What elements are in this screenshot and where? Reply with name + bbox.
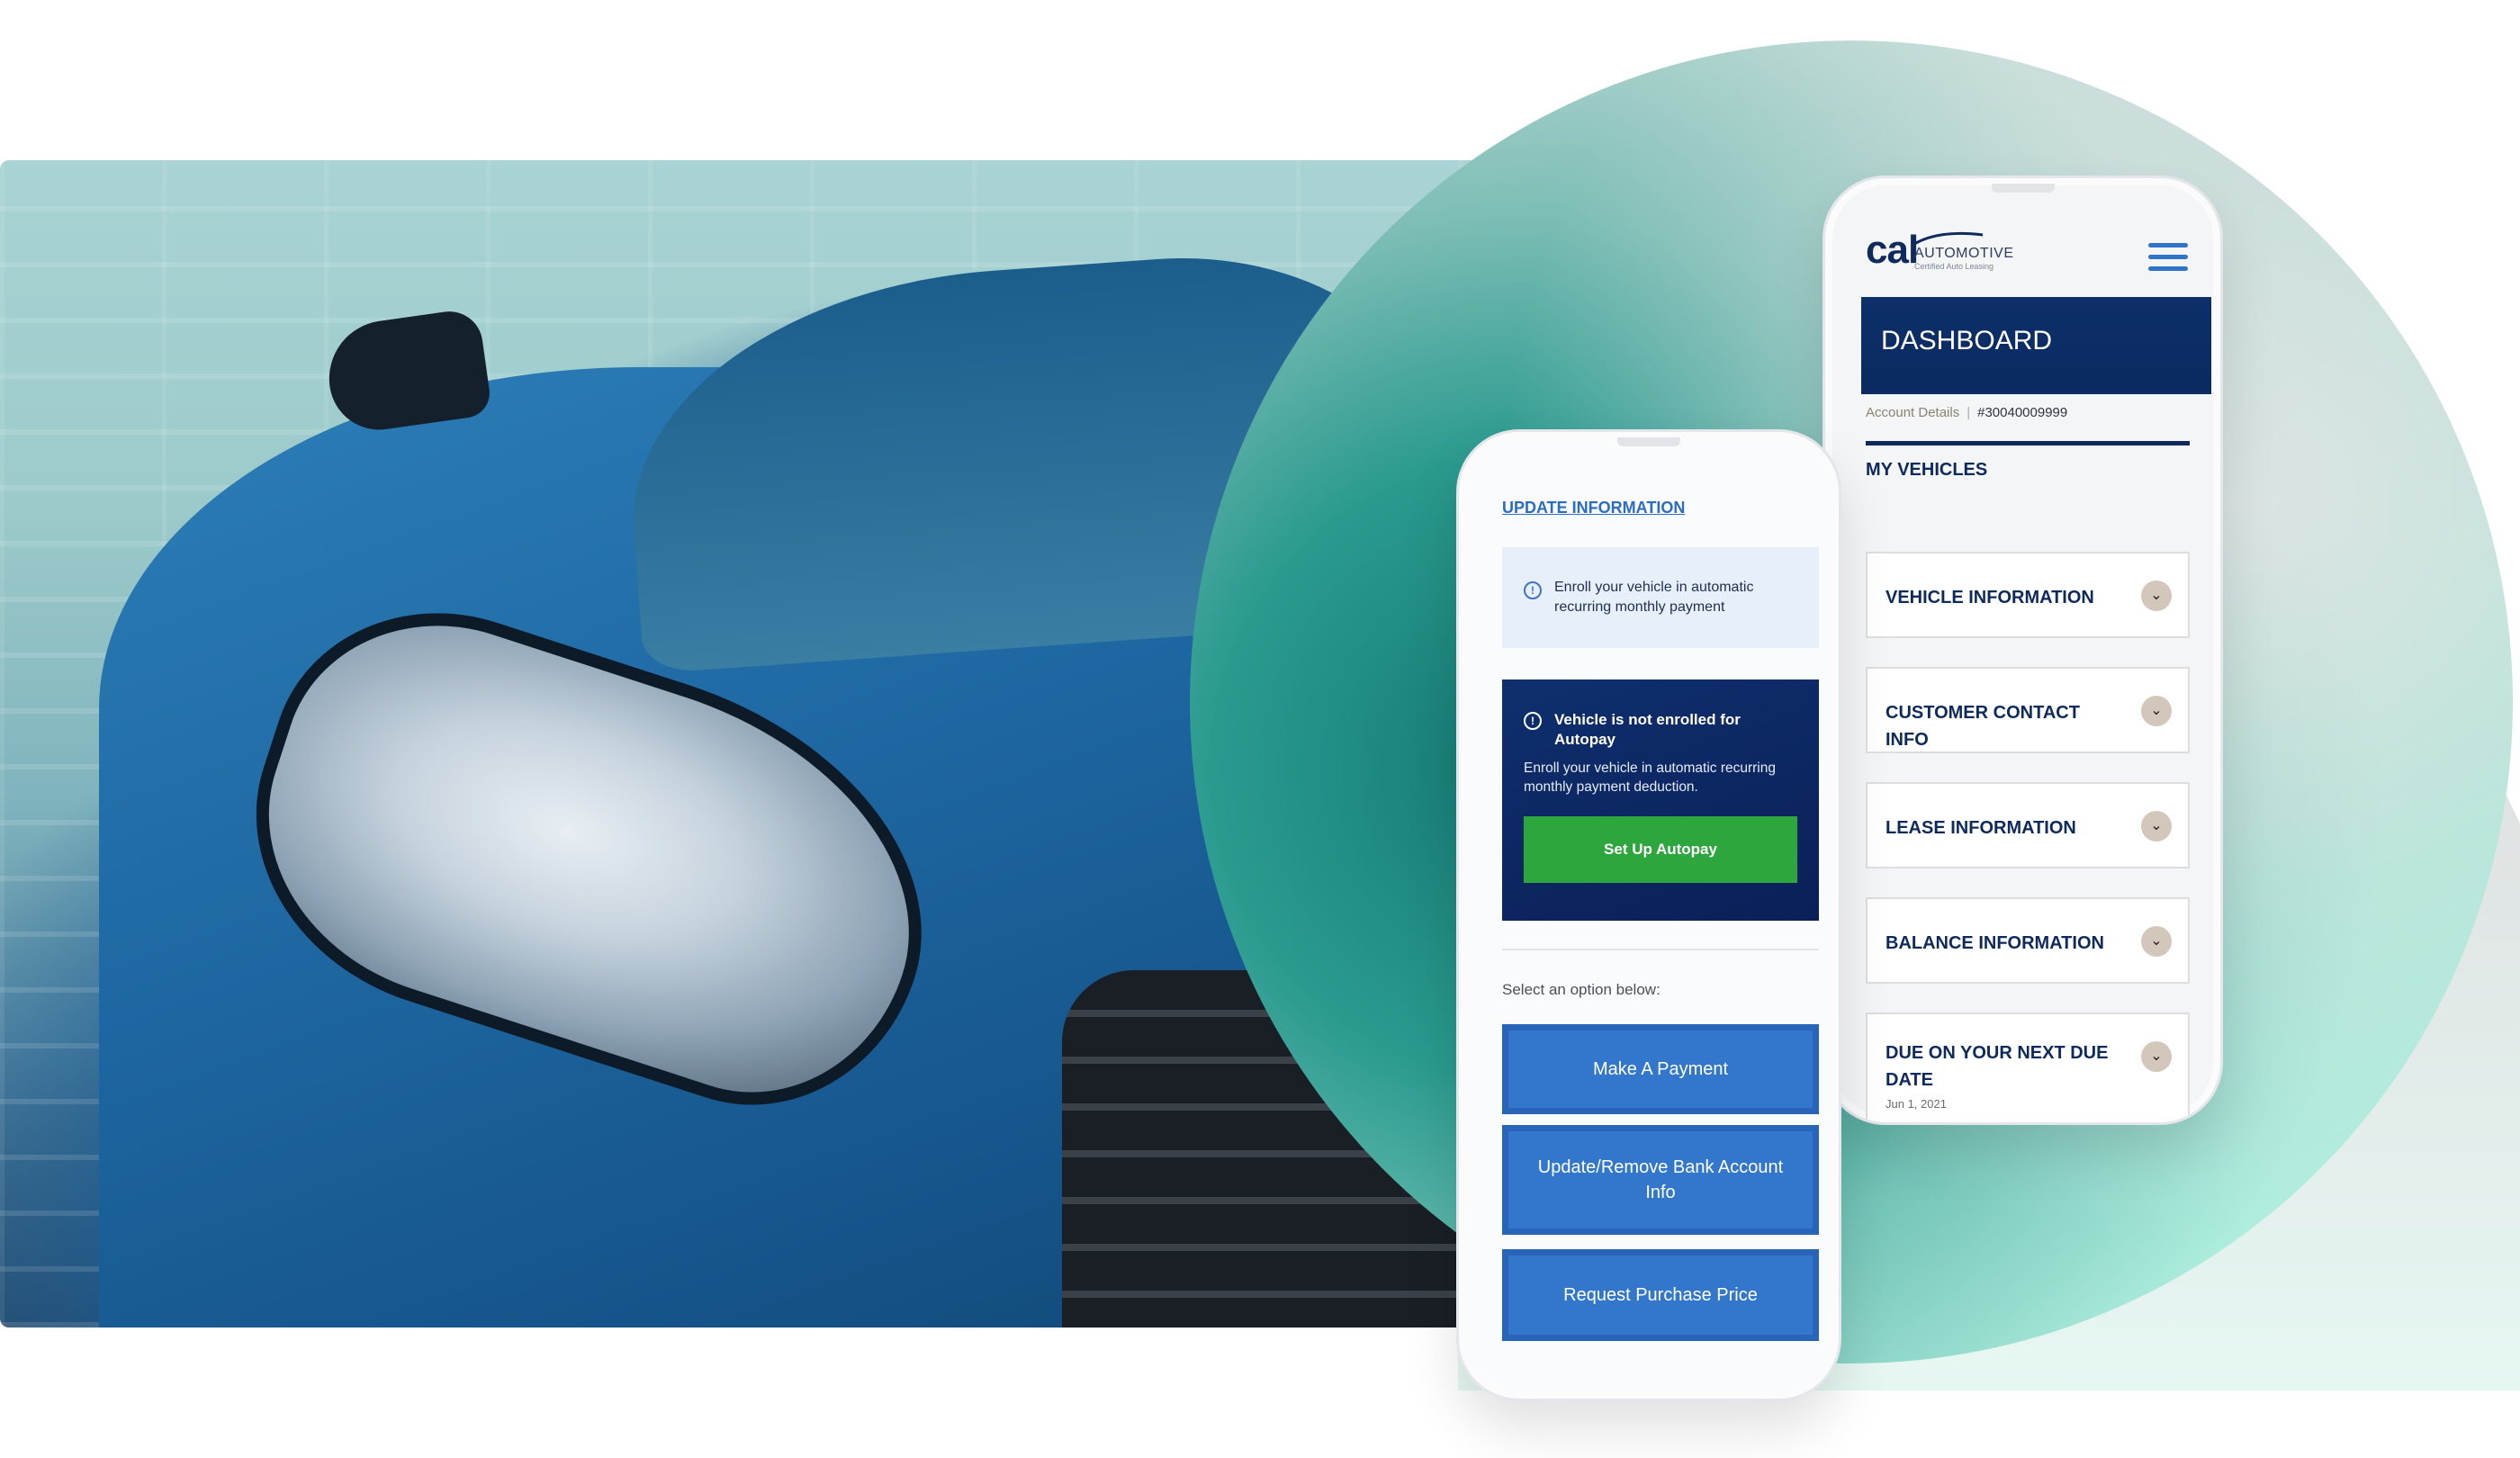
accordion-customer-contact-info[interactable]: CUSTOMER CONTACT INFO ⌄ [1866,667,2190,753]
accordion-label: DUE ON YOUR NEXT DUE DATE [1886,1043,2109,1090]
update-information-link[interactable]: UPDATE INFORMATION [1502,499,1685,518]
chevron-down-icon[interactable]: ⌄ [2141,696,2172,726]
account-divider [1866,441,2190,446]
menu-line [2148,255,2188,259]
update-bank-account-button[interactable]: Update/Remove Bank Account Info [1502,1125,1819,1235]
next-due-date-value: Jun 1, 2021 [1886,1097,1947,1111]
logo-swoosh-icon [1913,231,1984,246]
chevron-down-icon[interactable]: ⌄ [2141,811,2172,842]
info-alert-icon: ! [1524,712,1542,730]
accordion-vehicle-information[interactable]: VEHICLE INFORMATION ⌄ [1866,552,2190,638]
update-info-screen: UPDATE INFORMATION ! Enroll your vehicle… [1502,432,1819,1399]
account-separator: | [1966,405,1971,420]
info-banner-text: Enroll your vehicle in automatic recurri… [1554,580,1754,615]
set-up-autopay-button[interactable]: Set Up Autopay [1524,816,1797,883]
autopay-status-card: ! Vehicle is not enrolled for Autopay En… [1502,680,1819,921]
autopay-card-title: Vehicle is not enrolled for Autopay [1554,711,1741,748]
dashboard-phone-mockup: cal AUTOMOTIVE Certified Auto Leasing DA… [1822,176,2223,1125]
update-info-phone-mockup: UPDATE INFORMATION ! Enroll your vehicle… [1456,429,1841,1401]
accordion-label: LEASE INFORMATION [1886,818,2076,838]
info-alert-icon: ! [1524,581,1542,599]
logo-tagline: Certified Auto Leasing [1914,262,1994,271]
logo-wordmark: cal [1866,228,1919,272]
logo-subtitle: AUTOMOTIVE [1914,246,2014,261]
autopay-card-body: Enroll your vehicle in automatic recurri… [1524,760,1776,795]
chevron-down-icon[interactable]: ⌄ [2141,580,2172,611]
make-a-payment-button[interactable]: Make A Payment [1502,1024,1819,1114]
hamburger-menu-icon[interactable] [2148,243,2188,275]
account-number: #30040009999 [1977,405,2068,420]
account-details: Account Details | #30040009999 [1866,405,2067,420]
phone-notch [1991,184,2055,193]
page-title: DASHBOARD [1861,297,2211,394]
my-vehicles-heading: MY VEHICLES [1866,460,1988,480]
accordion-next-due-date[interactable]: DUE ON YOUR NEXT DUE DATE Jun 1, 2021 ⌄ [1866,1012,2190,1122]
menu-line [2148,266,2188,271]
chevron-down-icon[interactable]: ⌄ [2141,1041,2172,1072]
chevron-down-icon[interactable]: ⌄ [2141,926,2172,957]
autopay-info-banner: ! Enroll your vehicle in automatic recur… [1502,547,1819,648]
dashboard-screen: cal AUTOMOTIVE Certified Auto Leasing DA… [1861,196,2211,1122]
cal-automotive-logo[interactable]: cal AUTOMOTIVE Certified Auto Leasing [1866,228,2013,282]
section-divider [1502,949,1819,950]
accordion-lease-information[interactable]: LEASE INFORMATION ⌄ [1866,782,2190,868]
account-details-label: Account Details [1866,405,1960,420]
accordion-balance-information[interactable]: BALANCE INFORMATION ⌄ [1866,897,2190,984]
accordion-label: BALANCE INFORMATION [1886,933,2104,953]
select-option-prompt: Select an option below: [1502,981,1660,998]
menu-line [2148,243,2188,248]
vehicle-accordion: VEHICLE INFORMATION ⌄ CUSTOMER CONTACT I… [1866,552,2190,1122]
accordion-label: VEHICLE INFORMATION [1886,588,2094,608]
accordion-label: CUSTOMER CONTACT INFO [1886,703,2080,750]
request-purchase-price-button[interactable]: Request Purchase Price [1502,1249,1819,1341]
